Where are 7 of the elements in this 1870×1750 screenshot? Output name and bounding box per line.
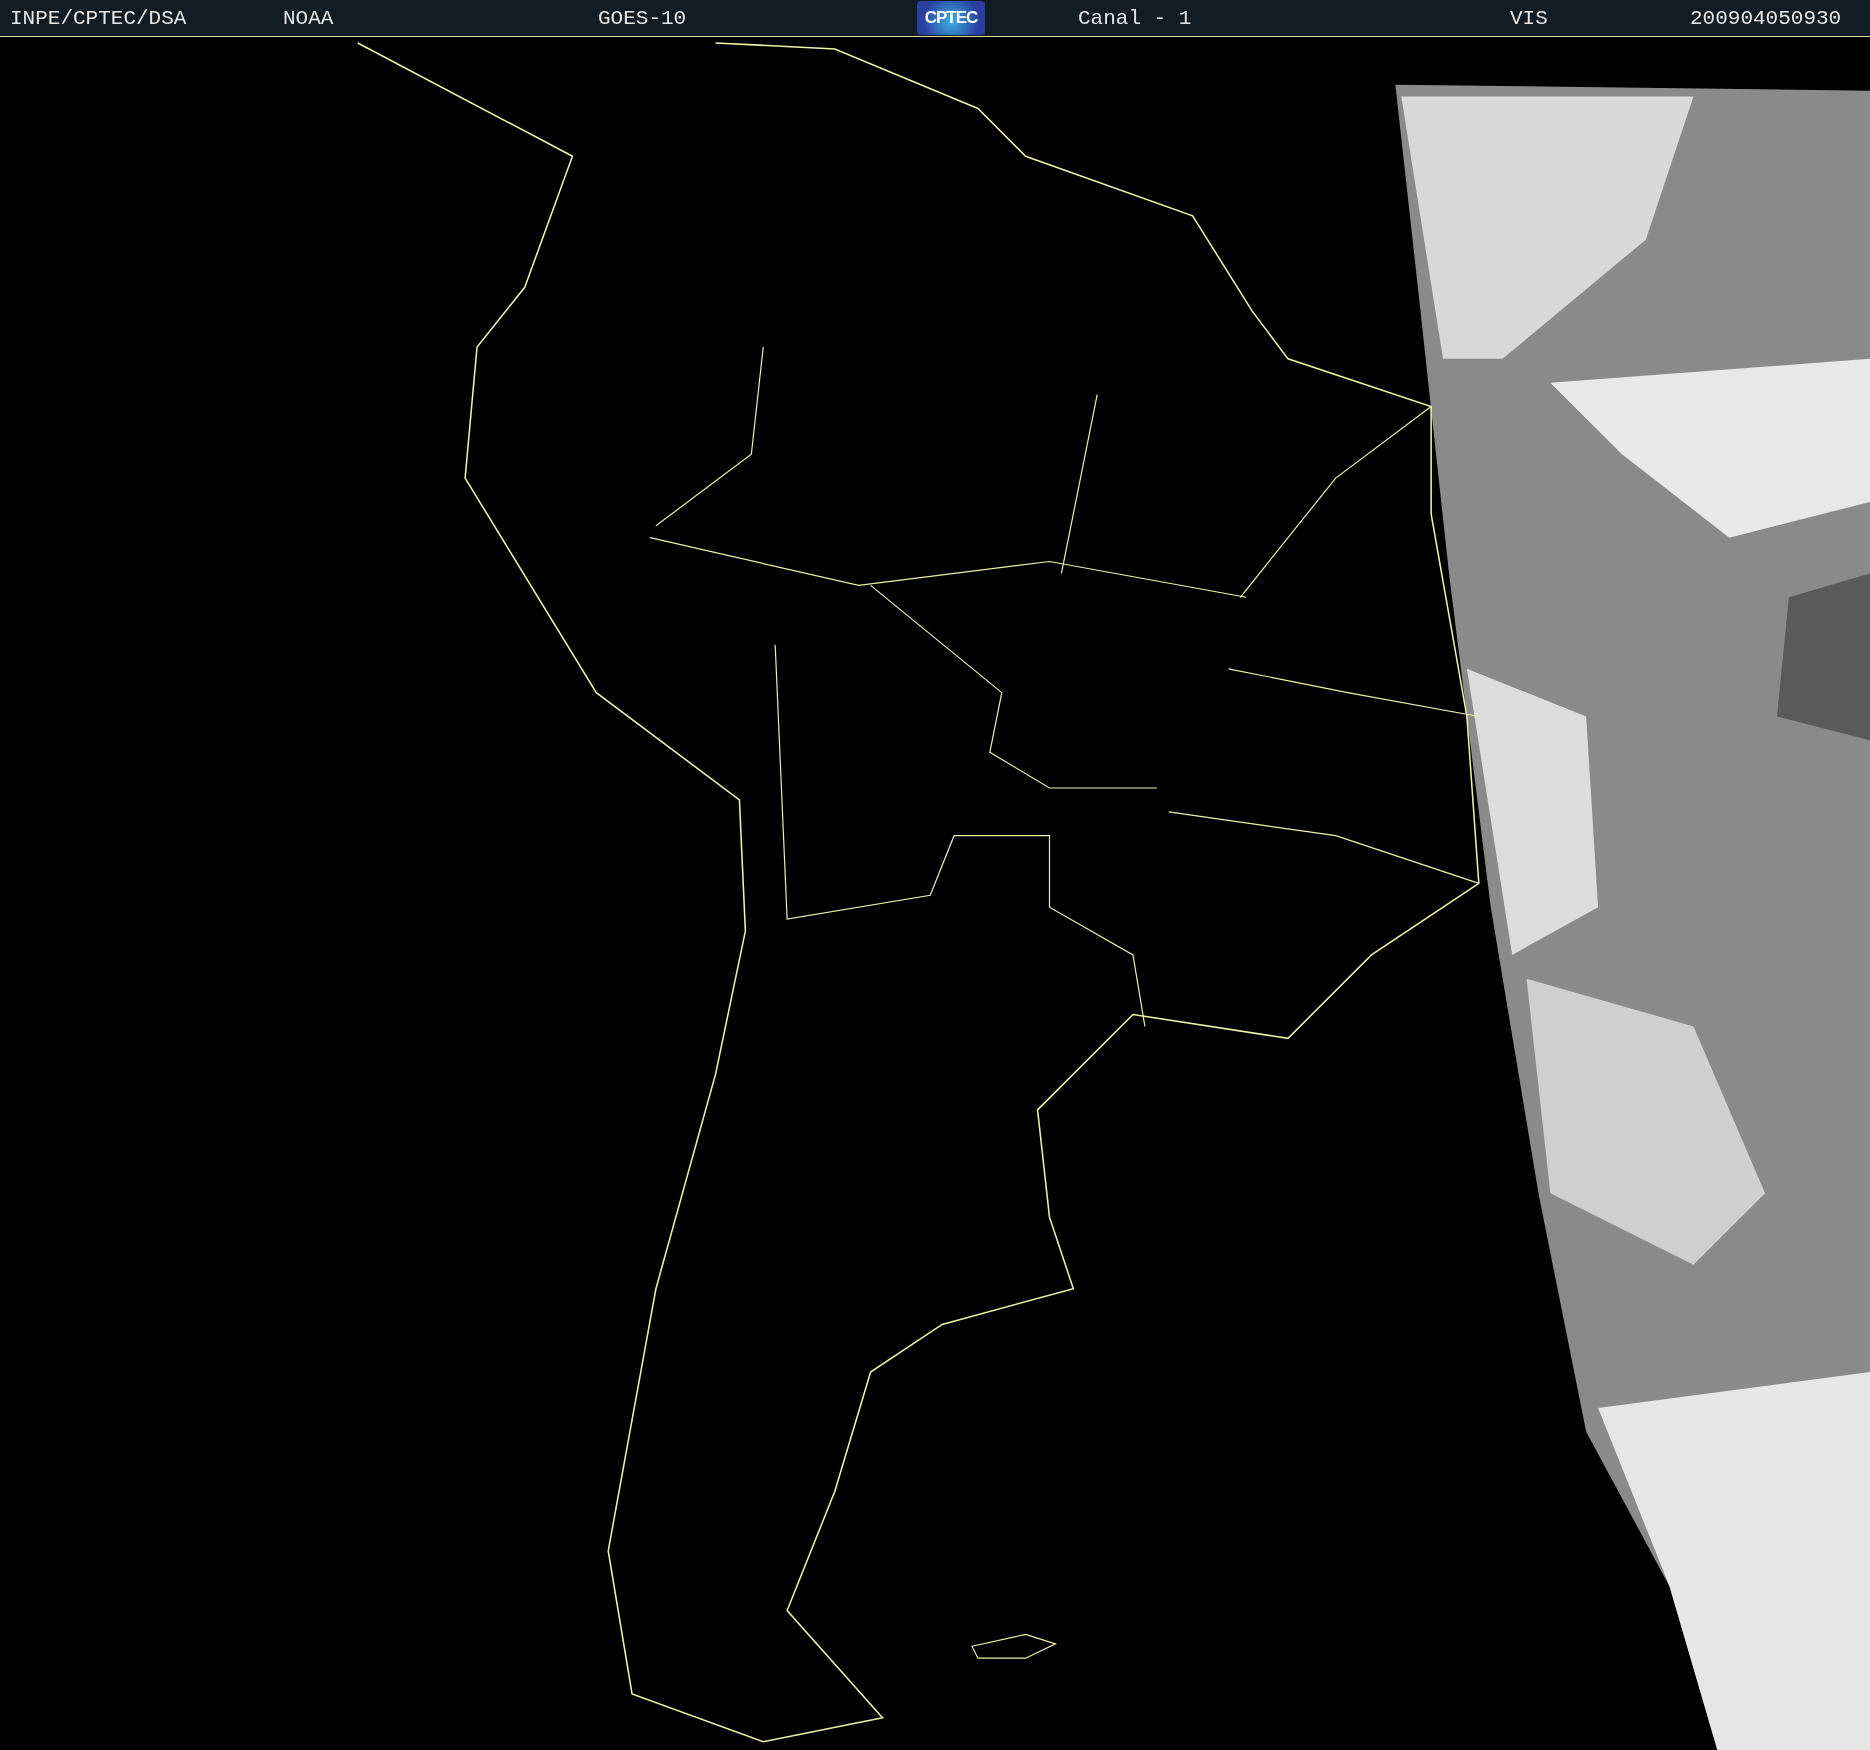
channel-label: Canal - 1 xyxy=(1078,6,1193,30)
logo: CPTEC xyxy=(917,1,985,35)
band-label: VIS xyxy=(1510,6,1549,30)
institution-label: INPE/CPTEC/DSA xyxy=(10,6,188,30)
timestamp-label: 200904050930 xyxy=(1690,6,1843,30)
agency-label: NOAA xyxy=(283,6,335,30)
satellite-label: GOES-10 xyxy=(598,6,688,30)
